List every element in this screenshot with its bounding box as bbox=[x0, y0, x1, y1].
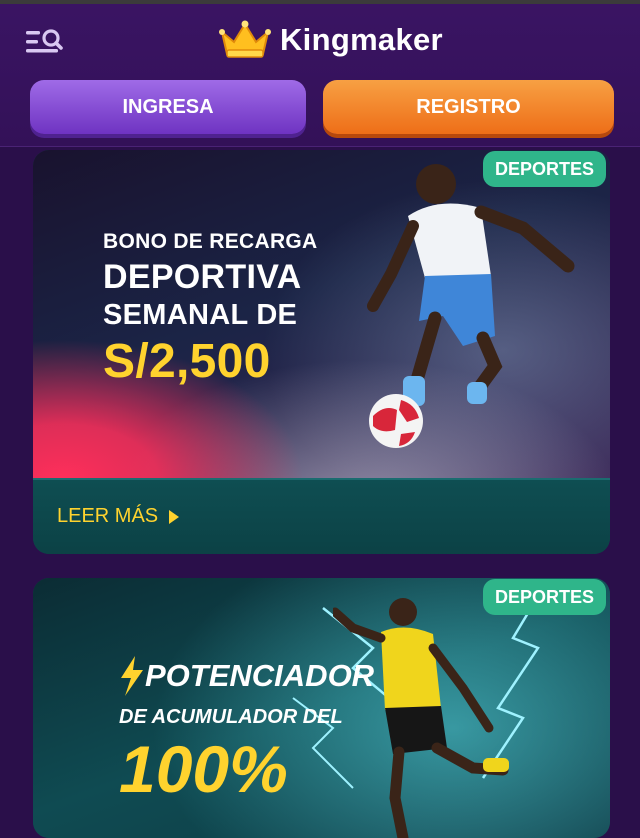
lightning-bolt-icon bbox=[121, 656, 143, 696]
promo-line-2: DE ACUMULADOR DEL bbox=[119, 706, 343, 728]
menu-search-icon[interactable] bbox=[24, 26, 66, 60]
soccer-ball-icon bbox=[369, 394, 423, 448]
promo-line-1: POTENCIADOR bbox=[145, 658, 375, 693]
app-header: Kingmaker INGRESA REGISTRO bbox=[0, 4, 640, 147]
category-badge: DEPORTES bbox=[482, 151, 606, 187]
promo-card-sports-reload[interactable]: DEPORTES BONO DE RECARGA DEPORTIVA SEMAN… bbox=[33, 150, 610, 554]
promo-headline: POTENCIADOR DE ACUMULADOR DEL 100% bbox=[119, 656, 374, 807]
promo-line-1: BONO DE RECARGA bbox=[103, 230, 318, 253]
brand-logo[interactable]: Kingmaker bbox=[218, 16, 443, 64]
play-arrow-icon bbox=[169, 509, 180, 524]
promo-amount: S/2,500 bbox=[103, 335, 271, 388]
promo-amount: 100% bbox=[119, 732, 288, 806]
promo-headline: BONO DE RECARGA DEPORTIVA SEMANAL DE S/2… bbox=[103, 230, 318, 389]
read-more-label: LEER MÁS bbox=[57, 505, 159, 527]
promo-line-2: DEPORTIVA bbox=[103, 258, 302, 296]
card-footer: LEER MÁS bbox=[33, 478, 610, 554]
promo-line-3: SEMANAL DE bbox=[103, 299, 298, 331]
category-badge: DEPORTES bbox=[482, 579, 606, 615]
promo-card-accumulator-boost[interactable]: DEPORTES POTENCIADOR DE ACUMULADOR DEL 1… bbox=[33, 578, 610, 838]
crown-icon bbox=[219, 20, 271, 58]
register-button[interactable]: REGISTRO bbox=[323, 80, 614, 134]
read-more-link[interactable]: LEER MÁS bbox=[57, 505, 180, 528]
login-button[interactable]: INGRESA bbox=[30, 80, 306, 134]
brand-name: Kingmaker bbox=[280, 22, 443, 57]
promo-line-1-row: POTENCIADOR bbox=[119, 656, 374, 696]
